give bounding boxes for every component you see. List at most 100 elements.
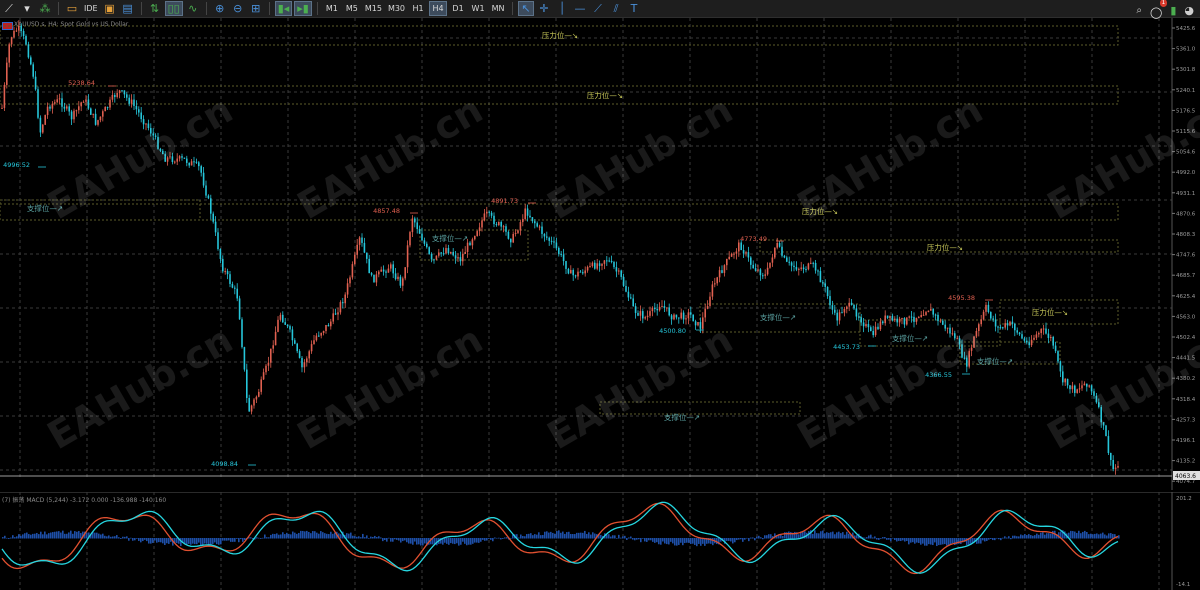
macd-bar (36, 532, 38, 539)
signal-icon[interactable]: ▮ (1170, 5, 1176, 16)
axis-label: 4563.0 (1176, 314, 1196, 320)
macd-bar (678, 538, 680, 545)
candle-body (262, 372, 265, 380)
macd-bar (424, 538, 426, 544)
macd-bar (768, 534, 770, 539)
macd-bar (74, 531, 76, 539)
candle-body (1098, 402, 1100, 408)
timeframe-m5[interactable]: M5 (343, 1, 361, 16)
macd-bar (410, 538, 412, 544)
macd-bar (212, 538, 214, 544)
macd-bar (298, 532, 300, 539)
resistance-zone-label: 压力位—↘ (542, 30, 578, 40)
ide-button[interactable]: IDE (82, 1, 100, 16)
price-label: 5238.64 (68, 79, 95, 87)
indicator-icon[interactable]: ⁂ (37, 1, 53, 16)
dropdown-icon[interactable]: ▾ (19, 1, 35, 16)
candle-body (344, 294, 346, 304)
timeframe-m1[interactable]: M1 (323, 1, 341, 16)
cursor-icon[interactable]: ↖ (518, 1, 535, 16)
candle-body (109, 99, 111, 108)
candle-body (1071, 385, 1074, 390)
macd-bar (628, 537, 630, 539)
timeframe-w1[interactable]: W1 (469, 1, 487, 16)
axis-label: 4257.3 (1176, 417, 1196, 423)
zoom-in-icon[interactable]: ⊕ (212, 1, 228, 16)
macd-bar (600, 534, 602, 539)
candle-body (872, 331, 874, 336)
window-icon[interactable]: ▤ (120, 1, 136, 16)
candle-body (99, 116, 102, 121)
macd-bar (348, 533, 350, 539)
macd-bar (676, 538, 678, 546)
macd-bar (190, 538, 192, 545)
macd-bar (130, 537, 132, 539)
price-chart[interactable]: 5425.6 5361.0 5301.8 5240.1 5176.5 5115.6 5054… (0, 18, 1200, 490)
candle-body (699, 322, 702, 329)
price-label: 4453.73 (833, 343, 860, 351)
trade-icon[interactable]: ⇅ (147, 1, 163, 16)
macd-bar (824, 533, 826, 539)
macd-bar (942, 538, 944, 545)
candle-body (622, 276, 625, 286)
autoscroll-icon[interactable]: ▮◂ (274, 1, 293, 16)
resistance-zone[interactable] (0, 85, 1119, 105)
timeframe-mn[interactable]: MN (489, 1, 507, 16)
candle-body (675, 314, 678, 318)
vertical-line-icon[interactable]: │ (554, 1, 570, 16)
macd-bar (694, 538, 696, 545)
candle-body (92, 113, 94, 115)
macd-chart[interactable]: 201.2 -14.1 (0, 492, 1200, 590)
candle-body (1006, 323, 1009, 326)
macd-bar (528, 533, 530, 539)
macd-bar (394, 538, 396, 540)
candle-body (202, 172, 205, 186)
candle-body (342, 302, 344, 304)
grid-icon[interactable]: ⊞ (248, 1, 264, 16)
bars-icon[interactable]: ▯▯ (164, 1, 183, 16)
macd-bar (444, 538, 446, 543)
text-icon[interactable]: T (626, 1, 642, 16)
candle-body (766, 267, 769, 275)
axis-label: 4318.4 (1176, 397, 1196, 403)
macd-bar (556, 531, 558, 539)
candle-body (970, 347, 973, 351)
candle-body (159, 148, 162, 151)
line-chart-icon[interactable]: ∿ (185, 1, 201, 16)
account-icon[interactable]: ◕ (1184, 5, 1194, 16)
macd-bar (630, 536, 632, 539)
candle-body (3, 84, 6, 108)
horizontal-line-icon[interactable]: — (572, 1, 588, 16)
candle-body (1042, 328, 1045, 330)
macd-bar (996, 537, 998, 539)
timeframe-m30[interactable]: M30 (386, 1, 407, 16)
timeframe-m15[interactable]: M15 (363, 1, 384, 16)
candle-body (538, 226, 541, 228)
notification-badge: 1 (1159, 0, 1168, 7)
candle-body (776, 242, 778, 248)
chart-type-icon[interactable]: ⟋ (1, 1, 17, 16)
macd-bar (876, 538, 878, 540)
candle-body (157, 136, 159, 149)
folder-icon[interactable]: ▭ (64, 1, 80, 16)
candle-body (728, 256, 730, 259)
candle-body (555, 242, 558, 248)
zoom-out-icon[interactable]: ⊖ (230, 1, 246, 16)
channel-icon[interactable]: ⫽ (608, 1, 624, 16)
crosshair-icon[interactable]: ✛ (536, 1, 552, 16)
timeframe-h1[interactable]: H1 (409, 1, 427, 16)
lock-icon[interactable]: ▣ (102, 1, 118, 16)
macd-bar (866, 537, 868, 539)
search-icon[interactable]: ⌕ (1136, 5, 1142, 16)
trendline-icon[interactable]: ⟋ (590, 1, 606, 16)
timeframe-h4[interactable]: H4 (429, 1, 448, 16)
timeframe-d1[interactable]: D1 (449, 1, 467, 16)
macd-bar (594, 533, 596, 539)
macd-bar (420, 538, 422, 546)
resistance-zone[interactable] (0, 203, 1119, 221)
candle-body (723, 265, 726, 273)
macd-bar (1088, 534, 1090, 539)
macd-bar (672, 538, 674, 544)
candle-body (867, 324, 870, 328)
chart-shift-icon[interactable]: ▸▮ (294, 1, 312, 16)
